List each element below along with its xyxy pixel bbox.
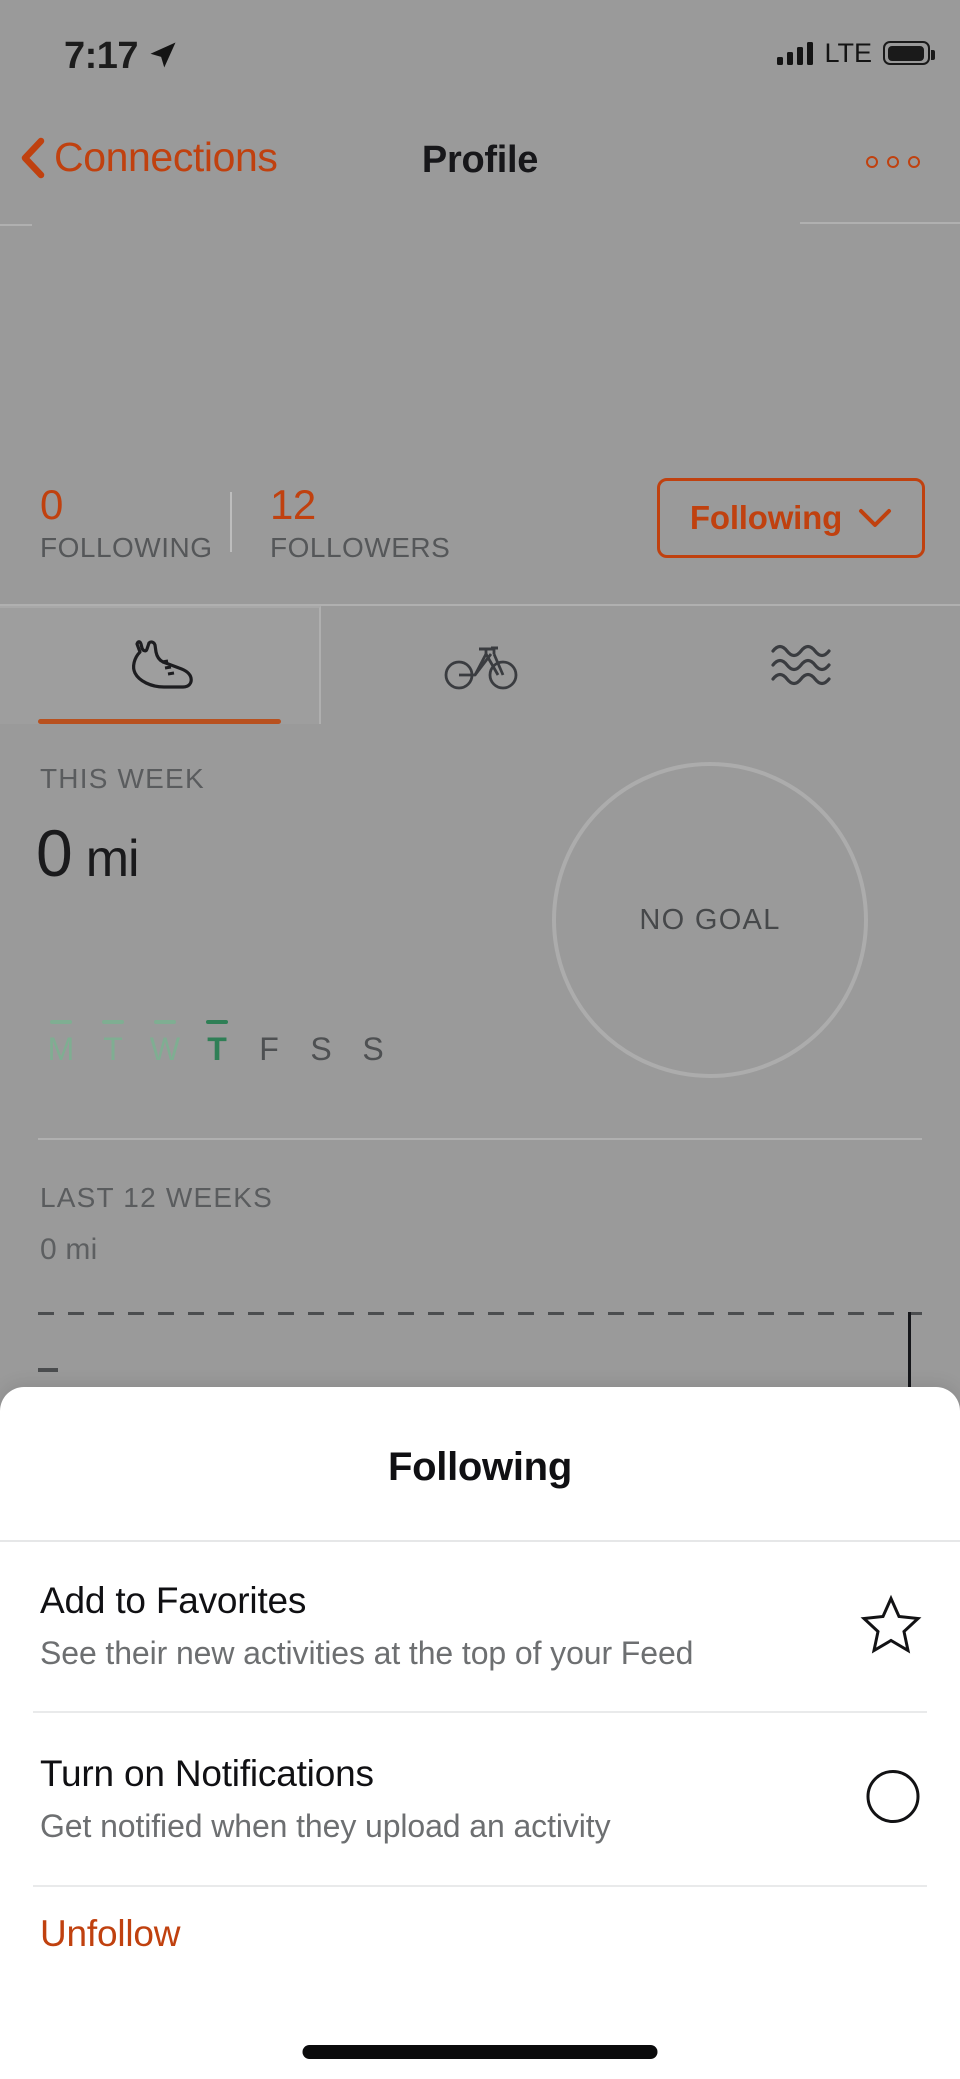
weekday-4: F bbox=[246, 1020, 292, 1065]
weekday-letter-2: W bbox=[149, 1031, 181, 1067]
bicycle-icon bbox=[444, 646, 518, 690]
network-label: LTE bbox=[824, 37, 872, 68]
status-time: 7:17 bbox=[64, 35, 139, 77]
weekday-tick-2 bbox=[154, 1020, 176, 1024]
following-count: 0 bbox=[40, 481, 63, 528]
stat-followers[interactable]: 12 FOLLOWERS bbox=[270, 482, 450, 568]
followers-caption: FOLLOWERS bbox=[270, 532, 451, 563]
more-horizontal-icon[interactable] bbox=[866, 156, 920, 168]
status-bar: 7:17 LTE bbox=[0, 0, 960, 118]
weekday-6: S bbox=[350, 1020, 396, 1065]
add-to-favorites-text: Add to Favorites See their new activitie… bbox=[40, 1577, 693, 1676]
this-week-label: THIS WEEK bbox=[40, 763, 205, 794]
weekday-tick-4 bbox=[258, 1020, 280, 1024]
weekday-2: W bbox=[142, 1020, 188, 1065]
this-week-distance: 0 mi bbox=[36, 815, 140, 891]
chart-y-tick-1 bbox=[38, 1368, 58, 1372]
cellular-signal-icon bbox=[777, 41, 814, 65]
turn-on-notifications-title: Turn on Notifications bbox=[40, 1752, 374, 1794]
weekday-tick-0 bbox=[50, 1020, 72, 1024]
nav-hairline-left bbox=[0, 224, 32, 226]
weekday-strip: MTWTFSS bbox=[38, 1020, 388, 1090]
weekday-letter-0: M bbox=[47, 1031, 75, 1067]
last-12-weeks-value: 0 mi bbox=[40, 1233, 98, 1266]
chevron-down-icon bbox=[859, 509, 892, 527]
running-shoe-icon bbox=[131, 640, 193, 689]
weekday-3: T bbox=[194, 1020, 240, 1065]
weekday-letter-1: T bbox=[103, 1031, 123, 1067]
turn-on-notifications-subtitle: Get notified when they upload an activit… bbox=[40, 1807, 611, 1844]
this-week-number: 0 bbox=[36, 816, 73, 890]
sport-tab-swim[interactable] bbox=[641, 606, 960, 724]
add-to-favorites-title: Add to Favorites bbox=[40, 1580, 307, 1621]
unfollow-row[interactable]: Unfollow bbox=[0, 1887, 960, 1997]
sport-tabs bbox=[0, 606, 960, 724]
stats-divider bbox=[230, 492, 232, 552]
circle-outline-icon[interactable] bbox=[864, 1768, 922, 1831]
last-12-weeks-label: LAST 12 WEEKS bbox=[40, 1182, 273, 1213]
weekly-goal-ring[interactable]: NO GOAL bbox=[552, 762, 868, 1078]
goal-ring-label: NO GOAL bbox=[639, 903, 781, 936]
add-to-favorites-row[interactable]: Add to Favorites See their new activitie… bbox=[0, 1542, 960, 1711]
water-waves-icon bbox=[771, 644, 831, 686]
turn-on-notifications-text: Turn on Notifications Get notified when … bbox=[40, 1750, 611, 1849]
weekday-tick-1 bbox=[102, 1020, 124, 1024]
sport-tab-run[interactable] bbox=[0, 606, 322, 724]
following-caption: FOLLOWING bbox=[40, 532, 213, 563]
chart-baseline-dashed bbox=[38, 1312, 922, 1315]
nav-hairline-right bbox=[800, 222, 960, 224]
followers-count: 12 bbox=[270, 481, 316, 528]
phone-screen: 7:17 LTE Connections Profile 0 FOLLOWING… bbox=[0, 0, 960, 2079]
weekday-letter-4: F bbox=[259, 1031, 279, 1067]
active-tab-underline bbox=[38, 719, 282, 724]
weekday-letter-6: S bbox=[362, 1031, 384, 1067]
navigation-bar: Connections Profile bbox=[0, 118, 960, 222]
home-indicator[interactable] bbox=[302, 2045, 658, 2059]
week-section-divider bbox=[38, 1138, 922, 1140]
following-action-sheet: Following Add to Favorites See their new… bbox=[0, 1387, 960, 2079]
sport-tab-ride[interactable] bbox=[321, 606, 640, 724]
profile-stats-row: 0 FOLLOWING 12 FOLLOWERS Following bbox=[0, 470, 960, 600]
star-outline-icon[interactable] bbox=[860, 1594, 922, 1659]
stat-following[interactable]: 0 FOLLOWING bbox=[40, 482, 213, 568]
weekday-1: T bbox=[90, 1020, 136, 1065]
sheet-title: Following bbox=[388, 1445, 572, 1489]
unfollow-label: Unfollow bbox=[40, 1913, 181, 1954]
add-to-favorites-subtitle: See their new activities at the top of y… bbox=[40, 1635, 694, 1671]
this-week-unit: mi bbox=[85, 830, 140, 888]
location-arrow-icon bbox=[150, 42, 176, 68]
page-title: Profile bbox=[421, 139, 539, 181]
following-button[interactable]: Following bbox=[657, 478, 925, 558]
weekday-letter-3: T bbox=[207, 1031, 227, 1067]
weekday-letter-5: S bbox=[310, 1031, 332, 1067]
weekday-5: S bbox=[298, 1020, 344, 1065]
weekday-0: M bbox=[38, 1020, 84, 1065]
turn-on-notifications-row[interactable]: Turn on Notifications Get notified when … bbox=[0, 1713, 960, 1885]
weekday-tick-5 bbox=[310, 1020, 332, 1024]
following-button-label: Following bbox=[689, 499, 843, 536]
weekday-tick-3 bbox=[206, 1020, 228, 1024]
weekday-tick-6 bbox=[362, 1020, 384, 1024]
status-indicators: LTE bbox=[777, 37, 935, 68]
battery-full-icon bbox=[883, 41, 935, 65]
